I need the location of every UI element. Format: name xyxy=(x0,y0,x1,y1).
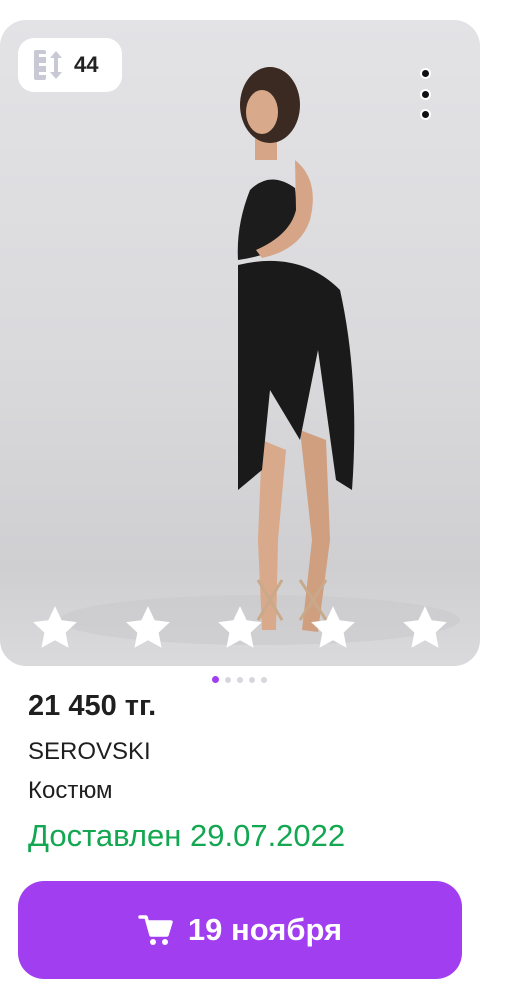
carousel-dot xyxy=(237,676,243,683)
more-dot-icon xyxy=(419,109,431,120)
size-value: 44 xyxy=(74,52,99,77)
product-image[interactable]: 44 xyxy=(0,20,480,666)
more-dot-icon xyxy=(419,88,431,100)
rating-stars[interactable] xyxy=(30,603,450,653)
product-type: Костюм xyxy=(28,777,113,804)
star-icon[interactable] xyxy=(123,603,173,653)
star-icon[interactable] xyxy=(308,603,358,653)
more-dot-icon xyxy=(419,68,431,79)
carousel-dot xyxy=(261,676,267,683)
star-icon[interactable] xyxy=(400,603,450,653)
height-ruler-icon xyxy=(34,50,62,80)
carousel-dot xyxy=(212,676,219,683)
product-brand: SEROVSKI xyxy=(28,738,151,765)
carousel-indicator xyxy=(212,676,267,683)
product-photo xyxy=(60,67,460,645)
more-options-button[interactable] xyxy=(410,68,440,120)
product-price: 21 450 тг. xyxy=(28,690,157,722)
star-icon[interactable] xyxy=(30,603,80,653)
cart-icon xyxy=(138,915,173,945)
button-label: 19 ноября xyxy=(187,912,343,947)
star-icon[interactable] xyxy=(215,603,265,653)
size-badge[interactable]: 44 xyxy=(18,38,122,92)
carousel-dot xyxy=(225,676,231,683)
delivery-status: Доставлен 29.07.2022 xyxy=(28,818,346,853)
buy-date-button[interactable]: 19 ноября xyxy=(18,881,462,979)
carousel-dot xyxy=(249,676,255,683)
